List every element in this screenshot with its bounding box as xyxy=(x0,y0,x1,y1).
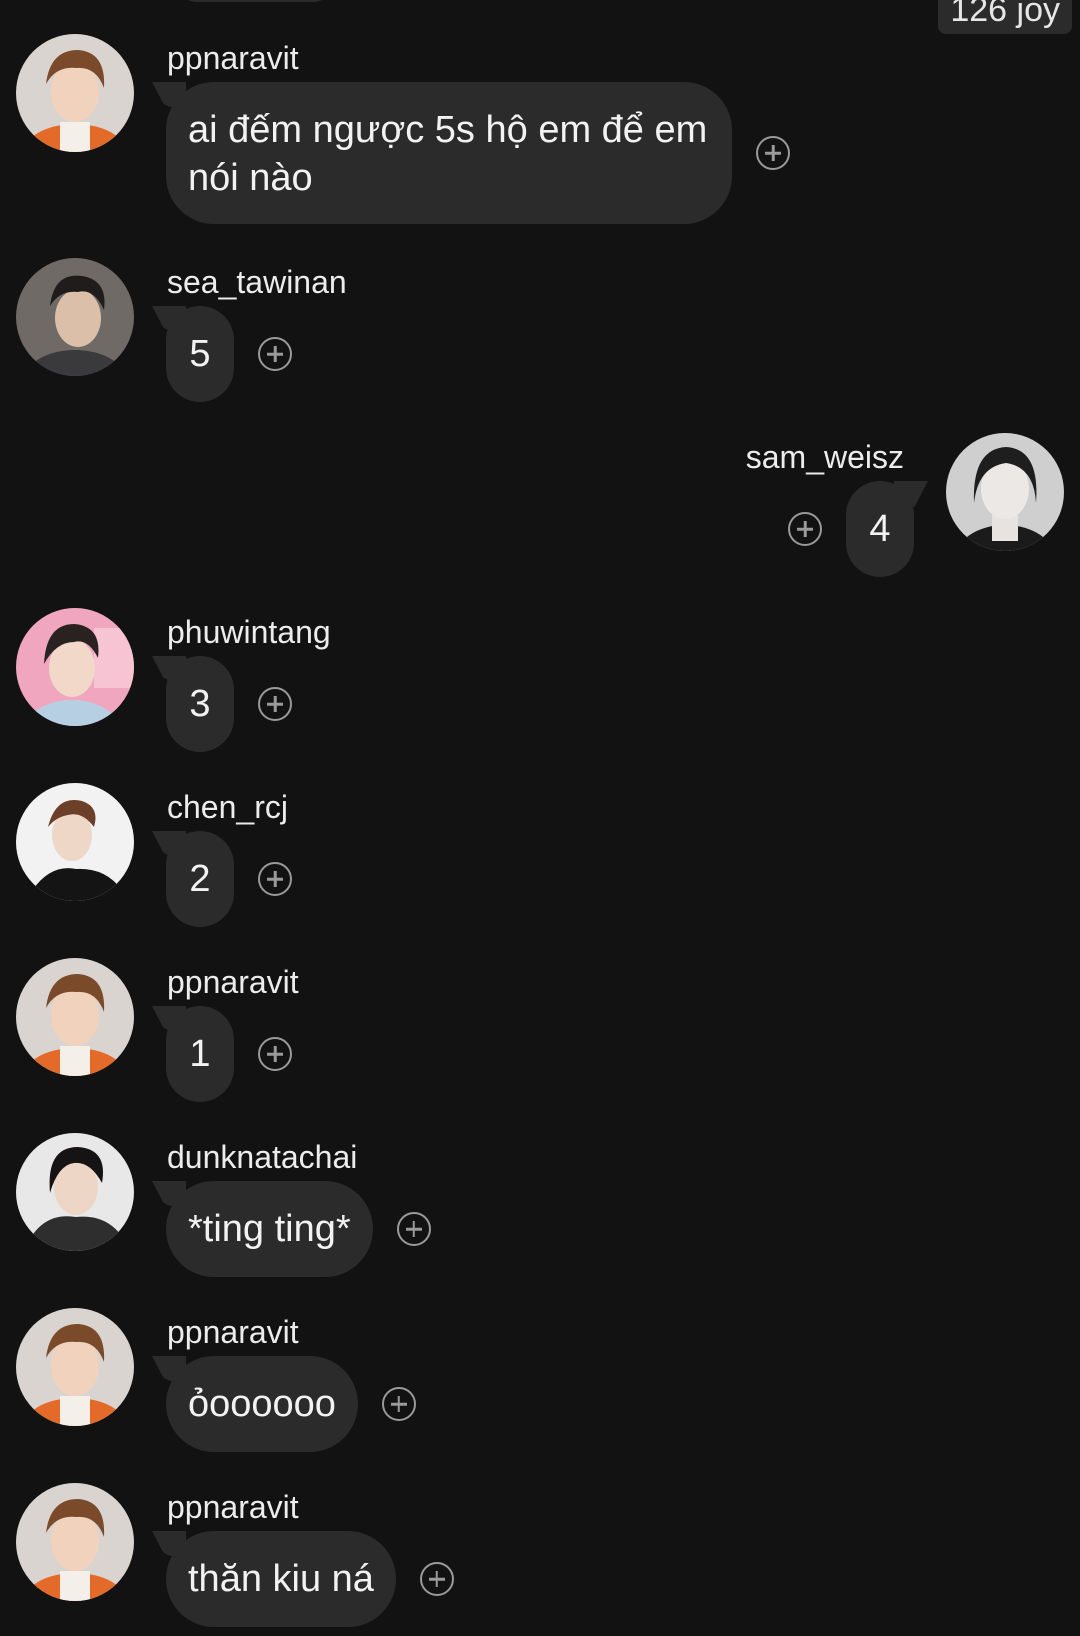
add-reaction-icon[interactable] xyxy=(258,862,292,896)
message-bubble[interactable]: 1 xyxy=(166,1006,234,1102)
avatar[interactable] xyxy=(16,258,134,376)
message-bubble-row: 1 xyxy=(166,1006,292,1102)
message-bubble[interactable]: *ting ting* xyxy=(166,1181,373,1277)
message-bubble-row: 5 xyxy=(166,306,292,402)
avatar[interactable] xyxy=(16,608,134,726)
message-username[interactable]: ppnaravit xyxy=(167,1487,299,1527)
message-bubble-row: 4 xyxy=(788,481,914,577)
message-username[interactable]: ppnaravit xyxy=(167,962,299,1002)
message-bubble-row: ỏoooooo xyxy=(166,1356,416,1452)
message-username[interactable]: ppnaravit xyxy=(167,1312,299,1352)
message-bubble[interactable]: ai đếm ngược 5s hộ em để em nói nào xyxy=(166,82,732,224)
message-username[interactable]: ppnaravit xyxy=(167,38,299,78)
message-bubble-row: 3 xyxy=(166,656,292,752)
message-bubble[interactable]: 2 xyxy=(166,831,234,927)
message-bubble-row: *ting ting* xyxy=(166,1181,431,1277)
avatar[interactable] xyxy=(16,34,134,152)
message-bubble[interactable]: 3 xyxy=(166,656,234,752)
previous-message-bubble[interactable] xyxy=(180,0,330,2)
message-bubble-row: 2 xyxy=(166,831,292,927)
avatar[interactable] xyxy=(946,433,1064,551)
add-reaction-icon[interactable] xyxy=(381,1387,416,1421)
add-reaction-icon[interactable] xyxy=(419,1562,454,1596)
message-bubble[interactable]: 4 xyxy=(846,481,914,577)
add-reaction-icon[interactable] xyxy=(756,136,790,170)
add-reaction-icon[interactable] xyxy=(396,1212,431,1246)
message-username[interactable]: sam_weisz xyxy=(746,437,904,477)
message-bubble[interactable]: ỏoooooo xyxy=(166,1356,358,1452)
avatar[interactable] xyxy=(16,958,134,1076)
avatar[interactable] xyxy=(16,783,134,901)
chat-thread: 126 joy ppnaravit ai đếm ngược 5s hộ em … xyxy=(0,0,1080,1636)
reaction-count-badge[interactable]: 126 joy xyxy=(938,0,1072,34)
message-bubble[interactable]: thăn kiu ná xyxy=(166,1531,396,1627)
message-bubble-row: thăn kiu ná xyxy=(166,1531,454,1627)
add-reaction-icon[interactable] xyxy=(258,687,292,721)
add-reaction-icon[interactable] xyxy=(788,512,822,546)
message-bubble-row: ai đếm ngược 5s hộ em để em nói nào xyxy=(166,82,790,224)
message-username[interactable]: dunknatachai xyxy=(167,1137,357,1177)
avatar[interactable] xyxy=(16,1308,134,1426)
avatar[interactable] xyxy=(16,1133,134,1251)
avatar[interactable] xyxy=(16,1483,134,1601)
message-username[interactable]: phuwintang xyxy=(167,612,331,652)
add-reaction-icon[interactable] xyxy=(258,1037,292,1071)
message-bubble[interactable]: 5 xyxy=(166,306,234,402)
add-reaction-icon[interactable] xyxy=(258,337,292,371)
message-username[interactable]: chen_rcj xyxy=(167,787,288,827)
message-username[interactable]: sea_tawinan xyxy=(167,262,347,302)
